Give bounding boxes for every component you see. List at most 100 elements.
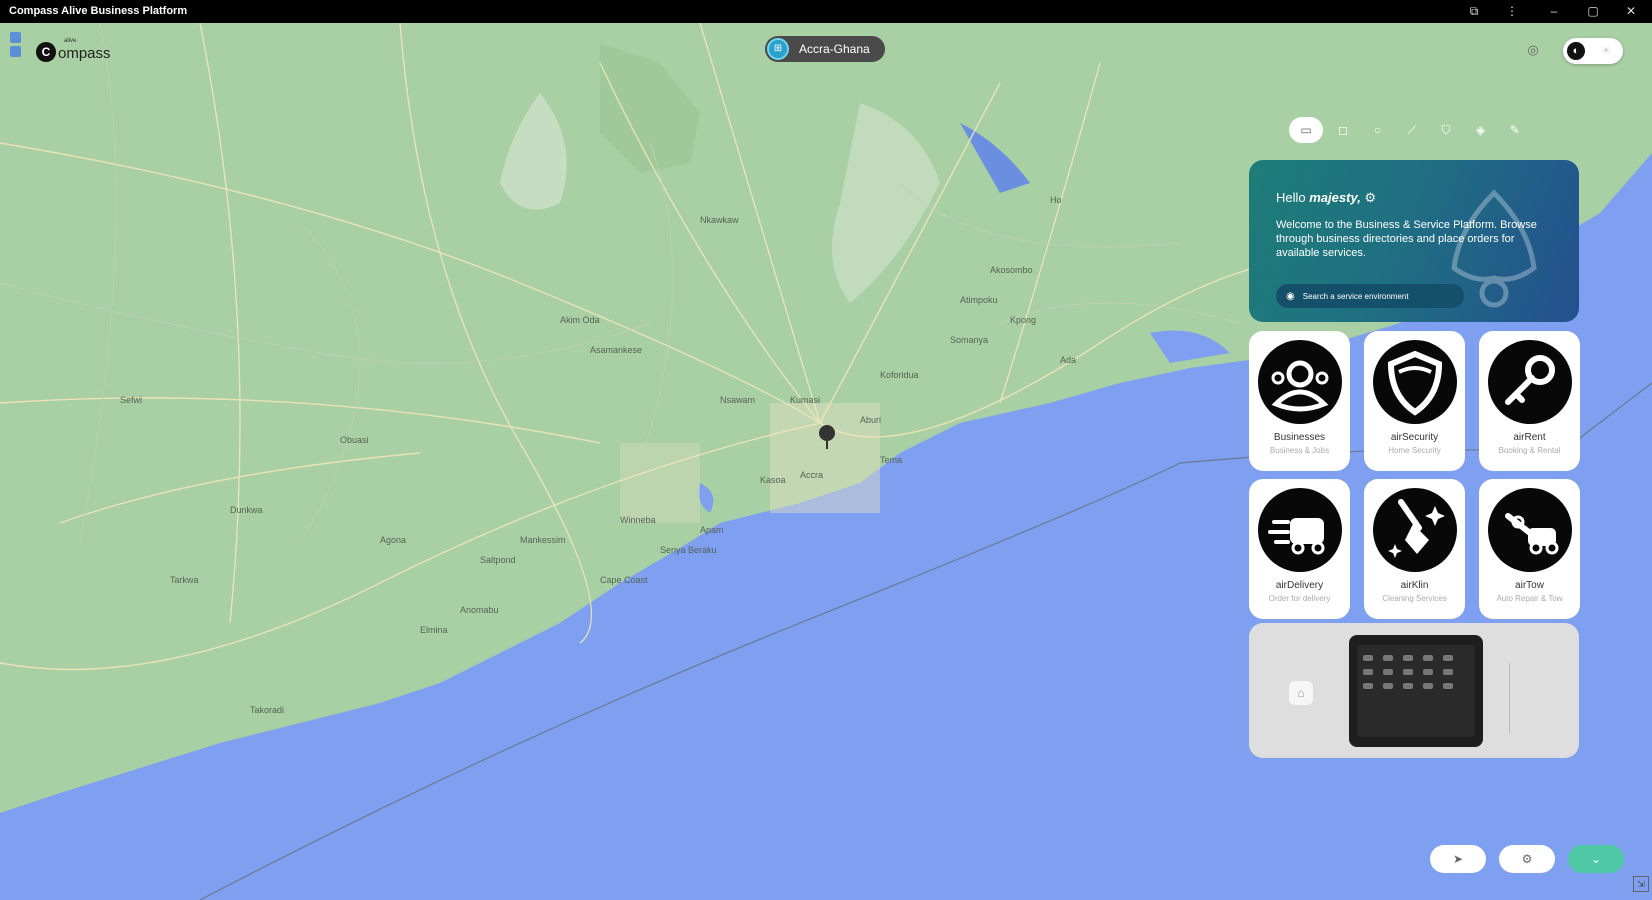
map-label: Kpong <box>1010 315 1036 325</box>
map-label: Kumasi <box>790 395 820 405</box>
logo-word: ompass <box>58 44 111 62</box>
service-tile-name: airDelivery <box>1275 580 1324 591</box>
greeting-user: majesty, <box>1309 190 1361 205</box>
map-label: Ada <box>1060 355 1076 365</box>
search-service-button[interactable]: ◉ Search a service environment <box>1276 284 1464 308</box>
home-icon: ⌂ <box>1289 681 1313 705</box>
map-label: Atimpoku <box>960 295 998 305</box>
greeting-hello: Hello <box>1276 190 1306 205</box>
promo-side-panel <box>1509 663 1530 733</box>
logo-sup: alive <box>64 38 77 44</box>
service-tile-name: airTow <box>1515 580 1544 591</box>
map-label: Akim Oda <box>560 315 600 325</box>
security-shield-icon <box>1373 340 1457 424</box>
map-label: Winneba <box>620 515 656 525</box>
cleaning-icon <box>1373 488 1457 572</box>
service-tile-subtitle: Business & Jobs <box>1269 446 1330 455</box>
map-label: Mankessim <box>520 535 566 545</box>
app-logo: alive C ompass <box>36 38 111 66</box>
map-label: Aburi <box>860 415 881 425</box>
visibility-icon[interactable]: ◎ <box>1525 42 1541 58</box>
promo-banner[interactable]: ⌂ <box>1249 623 1579 758</box>
key-icon <box>1488 340 1572 424</box>
map-label: Obuasi <box>340 435 369 445</box>
map-label: Kasoa <box>760 475 786 485</box>
circle-tool[interactable]: ○ <box>1363 117 1391 143</box>
dark-mode-icon: ◐ <box>1567 42 1585 60</box>
line-tool[interactable]: ⟋ <box>1398 117 1426 143</box>
service-tile-airtow[interactable]: airTow Auto Repair & Tow <box>1479 479 1580 619</box>
map-label: Senya Beraku <box>660 545 717 555</box>
locate-button[interactable]: ➤ <box>1430 845 1486 873</box>
drawing-toolbar: ▭ ◻ ○ ⟋ ⛉ ◈ ✎ <box>1289 115 1529 145</box>
close-icon[interactable]: ✕ <box>1622 3 1640 20</box>
service-tile-subtitle: Booking & Rental <box>1498 446 1561 455</box>
service-tile-name: Businesses <box>1273 432 1326 443</box>
search-service-label: Search a service environment <box>1302 291 1409 301</box>
service-tile-subtitle: Auto Repair & Tow <box>1496 594 1563 603</box>
service-tile-subtitle: Home Security <box>1388 446 1441 455</box>
map-label: Apam <box>700 525 724 535</box>
map-label: Takoradi <box>250 705 284 715</box>
map-label: Asamankese <box>590 345 642 355</box>
polygon-tool[interactable]: ⛉ <box>1432 117 1460 143</box>
window-title: Compass Alive Business Platform <box>9 5 188 17</box>
service-tile-name: airRent <box>1513 432 1546 443</box>
puzzle-icon[interactable]: ⧉ <box>1465 3 1483 20</box>
sidebar-toggle-square-bottom <box>10 46 21 57</box>
rectangle-tool[interactable]: ◻ <box>1329 117 1357 143</box>
greeting: Hello majesty, ⚙ <box>1276 190 1376 206</box>
map-label: Somanya <box>950 335 988 345</box>
map-label: Anomabu <box>460 605 499 615</box>
select-tool[interactable]: ▭ <box>1289 117 1323 143</box>
map-label: Nkawkaw <box>700 215 739 225</box>
light-mode-icon: ☀ <box>1601 45 1611 57</box>
location-pill[interactable]: ⊞ Accra-Ghana <box>765 36 885 62</box>
welcome-card: Hello majesty, ⚙ Welcome to the Business… <box>1249 160 1579 322</box>
welcome-text: Welcome to the Business & Service Platfo… <box>1276 219 1537 259</box>
map-label: Sefwi <box>120 395 142 405</box>
service-tile-airrent[interactable]: airRent Booking & Rental <box>1479 331 1580 471</box>
corner-resize-icon[interactable]: ⇲ <box>1633 876 1649 892</box>
map-label: Tema <box>880 455 902 465</box>
map-label: Accra <box>800 470 823 480</box>
service-tile-subtitle: Cleaning Services <box>1382 594 1447 603</box>
location-icon: ⊞ <box>767 38 789 60</box>
sidebar-toggle[interactable] <box>10 32 22 62</box>
maximize-icon[interactable]: ▢ <box>1584 3 1602 20</box>
settings-button[interactable]: ⚙ <box>1499 845 1555 873</box>
service-tile-name: airSecurity <box>1390 432 1439 443</box>
theme-toggle[interactable]: ◐ ☀ <box>1563 38 1623 64</box>
map-label: Tarkwa <box>170 575 199 585</box>
map-label: Nsawam <box>720 395 755 405</box>
service-tiles: Businesses Business & Jobs airSecurity Home… <box>1249 331 1580 619</box>
service-tile-airdelivery[interactable]: airDelivery Order for delivery <box>1249 479 1350 619</box>
greeting-settings-icon[interactable]: ⚙ <box>1364 190 1376 205</box>
title-bar: Compass Alive Business Platform ⧉ ⋮ – ▢ … <box>0 0 1652 23</box>
map-label: Dunkwa <box>230 505 263 515</box>
service-tile-airklin[interactable]: airKlin Cleaning Services <box>1364 479 1465 619</box>
logo-mark: C <box>36 42 56 62</box>
service-tile-name: airKlin <box>1400 580 1429 591</box>
expand-button[interactable]: ⌄ <box>1568 845 1624 873</box>
map-label: Ho <box>1050 195 1062 205</box>
search-icon: ◉ <box>1286 290 1295 302</box>
pencil-tool[interactable]: ✎ <box>1501 117 1529 143</box>
kebab-icon[interactable]: ⋮ <box>1503 3 1521 20</box>
map-label: Agona <box>380 535 406 545</box>
device-image <box>1349 635 1483 747</box>
location-label: Accra-Ghana <box>799 42 870 56</box>
layers-tool[interactable]: ◈ <box>1466 117 1494 143</box>
delivery-truck-icon <box>1258 488 1342 572</box>
map-label: Saltpond <box>480 555 516 565</box>
map-label: Cape Coast <box>600 575 648 585</box>
service-tile-businesses[interactable]: Businesses Business & Jobs <box>1249 331 1350 471</box>
tow-truck-icon <box>1488 488 1572 572</box>
service-tile-subtitle: Order for delivery <box>1268 594 1331 603</box>
map-label: Akosombo <box>990 265 1033 275</box>
minimize-icon[interactable]: – <box>1545 3 1563 20</box>
map-label: Koforidua <box>880 370 919 380</box>
sidebar-toggle-square-top <box>10 32 21 43</box>
service-tile-airsecurity[interactable]: airSecurity Home Security <box>1364 331 1465 471</box>
map-label: Elmina <box>420 625 448 635</box>
